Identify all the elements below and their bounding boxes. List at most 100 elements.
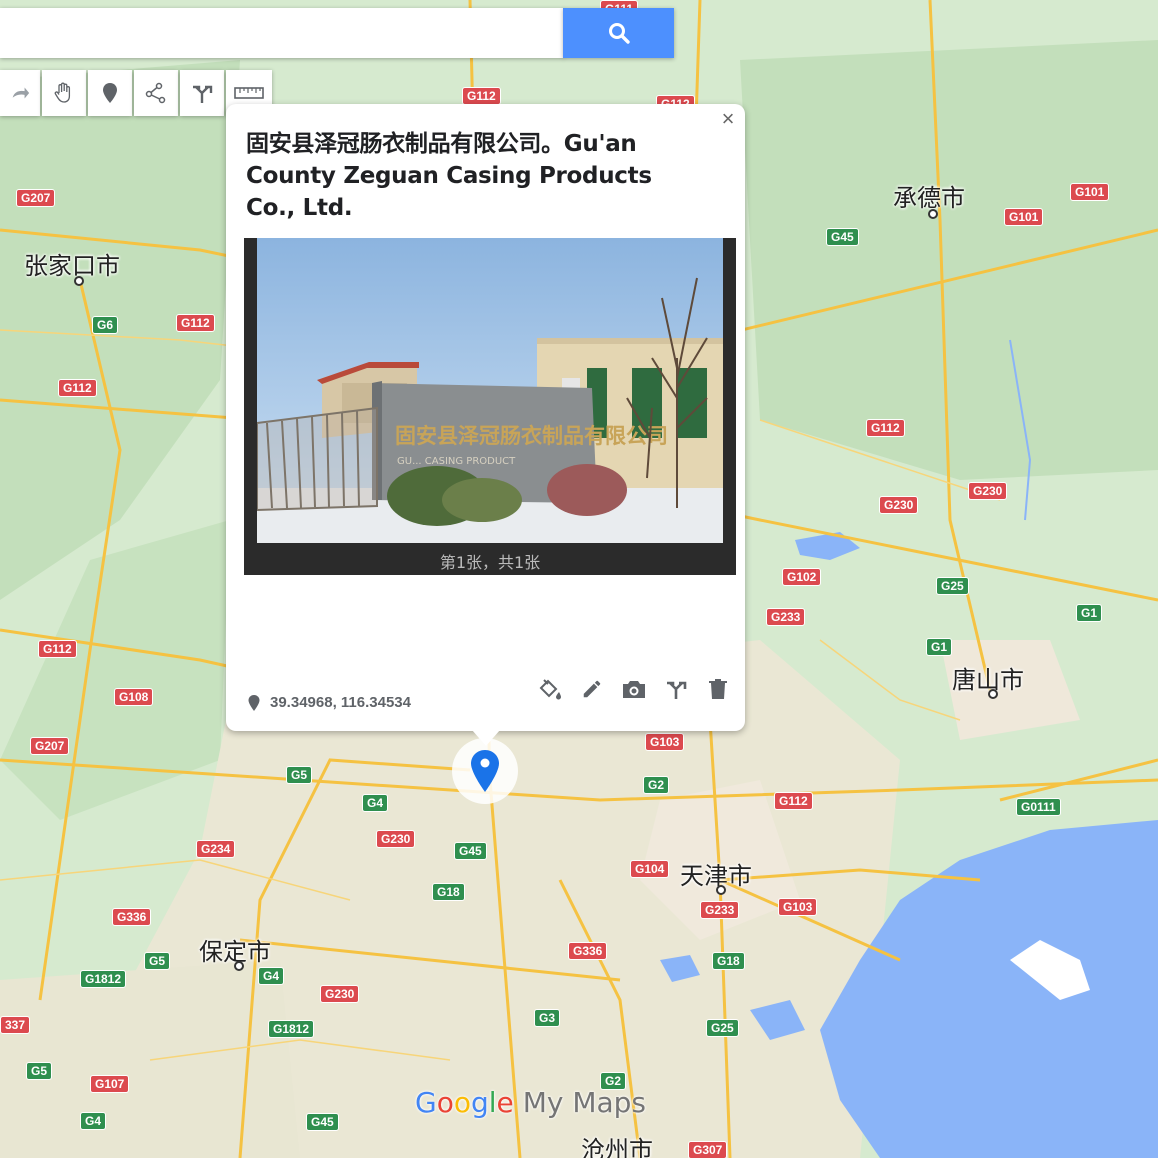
road-shield: G112 [866, 419, 905, 437]
road-shield: G112 [38, 640, 77, 658]
road-shield: 337 [0, 1016, 31, 1034]
road-shield: G230 [968, 482, 1008, 500]
paint-bucket-icon [539, 679, 561, 700]
road-shield: G107 [90, 1075, 130, 1093]
search-button[interactable] [563, 8, 674, 58]
city-dot [988, 689, 998, 699]
road-shield: G1812 [80, 970, 127, 988]
redo-button[interactable] [0, 70, 40, 116]
road-shield: G101 [1004, 208, 1044, 226]
road-shield: G233 [766, 608, 806, 626]
close-button[interactable]: × [716, 107, 740, 131]
road-shield: G112 [774, 792, 813, 810]
road-shield: G103 [778, 898, 818, 916]
road-shield: G0111 [1016, 798, 1061, 816]
line-icon [145, 82, 166, 104]
mymaps-wordmark: My Maps [522, 1086, 646, 1119]
search-box [0, 8, 564, 58]
road-shield: G5 [286, 766, 313, 784]
hand-icon [54, 82, 71, 103]
info-window-actions [537, 676, 731, 702]
city-label: 天津市 [680, 862, 752, 890]
road-shield: G4 [80, 1112, 107, 1130]
camera-icon [623, 681, 645, 698]
road-shield: G6 [92, 316, 119, 334]
style-button[interactable] [537, 676, 563, 702]
info-window: × 固安县泽冠肠衣制品有限公司。Gu'an County Zeguan Casi… [226, 104, 745, 746]
location-pin-icon [248, 694, 260, 711]
road-shield: G207 [30, 737, 70, 755]
photo-viewer[interactable]: 固安县泽冠肠衣制品有限公司 GU... CASING PRODUCT 第1张，共… [244, 238, 736, 575]
delete-button[interactable] [705, 676, 731, 702]
trash-icon [709, 679, 727, 699]
road-shield: G102 [782, 568, 822, 586]
road-shield: G45 [306, 1113, 339, 1131]
road-shield: G230 [879, 496, 919, 514]
road-shield: G4 [362, 794, 389, 812]
road-shield: G25 [706, 1019, 739, 1037]
road-shield: G207 [16, 189, 56, 207]
redo-icon [12, 87, 30, 99]
road-shield: G108 [114, 688, 154, 706]
road-shield: G336 [112, 908, 152, 926]
city-label: 承德市 [893, 184, 965, 212]
road-shield: G18 [432, 883, 465, 901]
road-shield: G1812 [268, 1020, 315, 1038]
road-shield: G112 [58, 379, 97, 397]
road-shield: G45 [826, 228, 859, 246]
building-photo-image: 固安县泽冠肠衣制品有限公司 GU... CASING PRODUCT [257, 238, 723, 543]
city-dot [234, 961, 244, 971]
selected-marker[interactable] [452, 738, 518, 804]
road-shield: G336 [568, 942, 608, 960]
road-shield: G18 [712, 952, 745, 970]
road-shield: G112 [176, 314, 215, 332]
city-label: 沧州市 [581, 1136, 653, 1158]
google-my-maps-logo: Google My Maps [415, 1086, 646, 1119]
road-shield: G230 [376, 830, 416, 848]
search-icon [608, 23, 630, 44]
city-dot [928, 209, 938, 219]
city-label: 唐山市 [952, 666, 1024, 694]
road-shield: G104 [630, 860, 670, 878]
photo-sign-text: 固安县泽冠肠衣制品有限公司 [395, 424, 668, 448]
ruler-icon [234, 87, 264, 99]
road-shield: G1 [926, 638, 953, 656]
search-input[interactable] [0, 8, 564, 58]
road-shield: G233 [700, 901, 740, 919]
directions-icon [667, 681, 687, 699]
road-shield: G2 [643, 776, 670, 794]
marker-icon [103, 83, 117, 103]
road-shield: G25 [936, 577, 969, 595]
draw-line-button[interactable] [134, 70, 178, 116]
city-dot [716, 885, 726, 895]
road-shield: G103 [645, 733, 685, 751]
road-shield: G101 [1070, 183, 1110, 201]
info-window-tail [472, 730, 500, 746]
photo-sign-subtext: GU... CASING PRODUCT [397, 456, 516, 467]
road-shield: G4 [258, 967, 285, 985]
road-shield: G112 [462, 87, 501, 105]
add-photo-button[interactable] [621, 676, 647, 702]
google-wordmark: Google [415, 1086, 514, 1119]
route-icon [193, 85, 213, 103]
add-marker-button[interactable] [88, 70, 132, 116]
pan-button[interactable] [42, 70, 86, 116]
coordinates-row: 39.34968, 116.34534 [248, 694, 411, 711]
road-shield: G5 [26, 1062, 53, 1080]
place-title: 固安县泽冠肠衣制品有限公司。Gu'an County Zeguan Casing… [246, 131, 652, 221]
road-shield: G5 [144, 952, 171, 970]
place-photo[interactable]: 固安县泽冠肠衣制品有限公司 GU... CASING PRODUCT [257, 238, 723, 543]
road-shield: G45 [454, 842, 487, 860]
map-pin-icon [471, 750, 499, 792]
road-shield: G3 [534, 1009, 561, 1027]
road-shield: G234 [196, 840, 236, 858]
photo-counter: 第1张，共1张 [439, 553, 541, 572]
road-shield: G230 [320, 985, 360, 1003]
city-label: 张家口市 [24, 252, 120, 280]
directions-button[interactable] [180, 70, 224, 116]
edit-button[interactable] [579, 676, 605, 702]
coordinates-text: 39.34968, 116.34534 [270, 694, 411, 711]
road-shield: G1 [1076, 604, 1103, 622]
city-dot [74, 276, 84, 286]
directions-to-button[interactable] [663, 676, 689, 702]
